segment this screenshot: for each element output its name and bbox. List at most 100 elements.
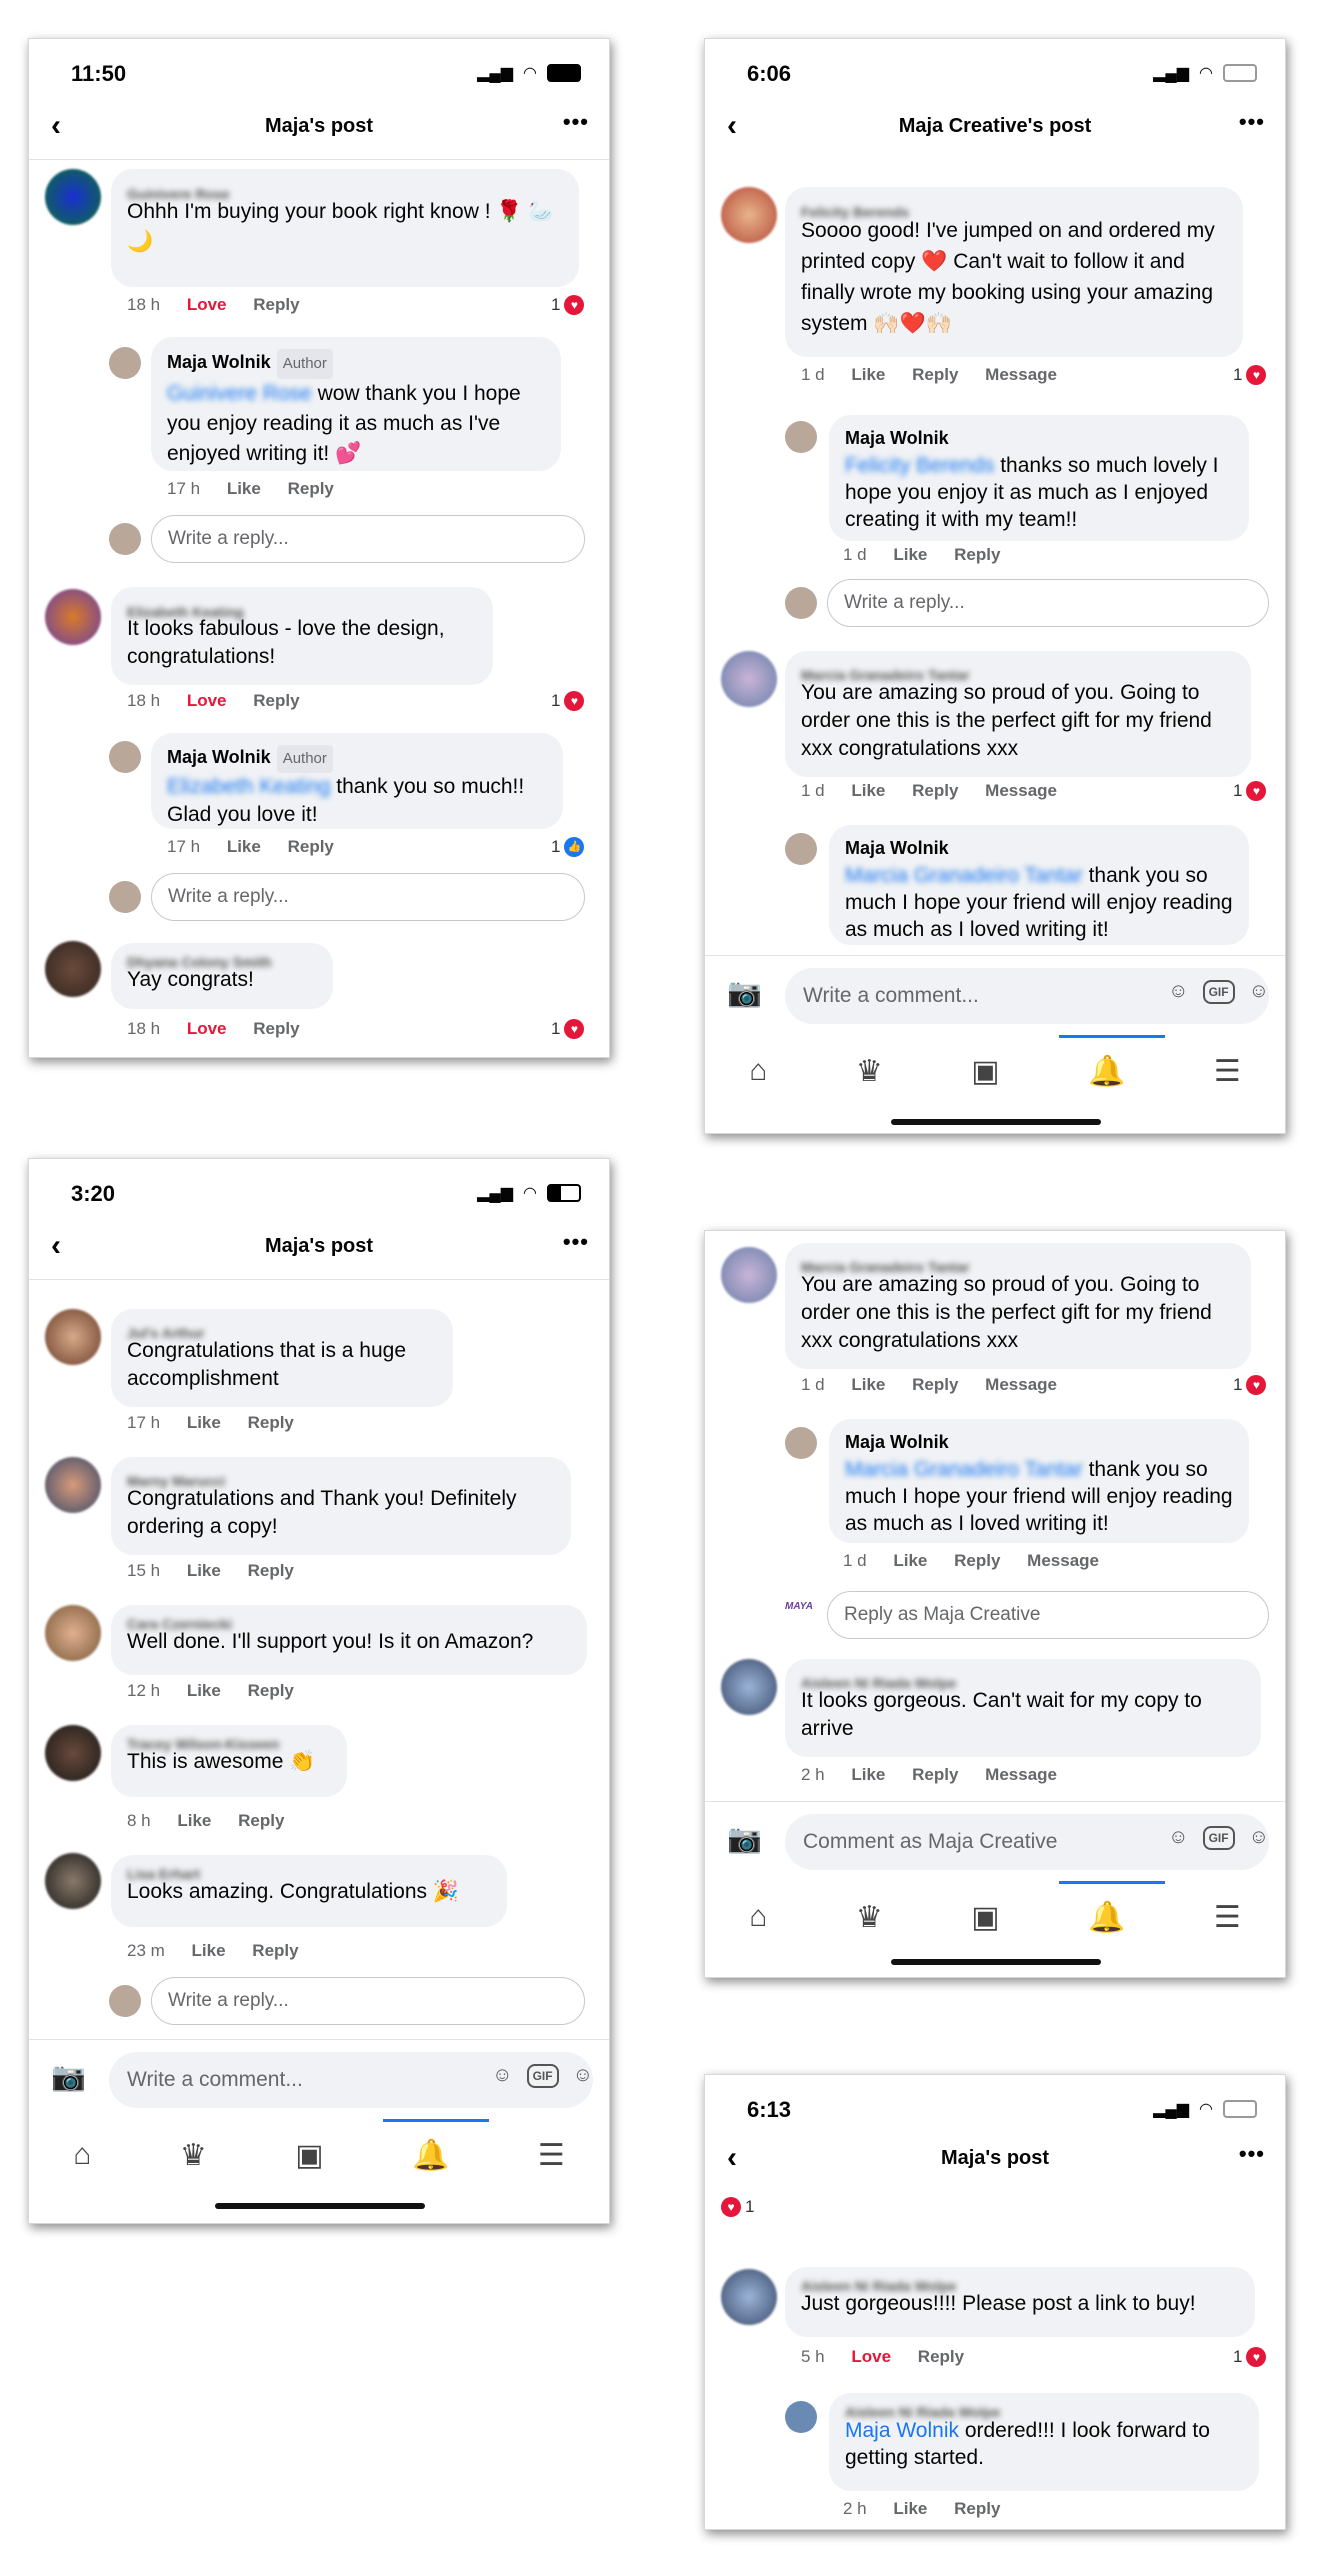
commenter-name[interactable]: Maja Wolnik xyxy=(845,1429,1233,1456)
avatar[interactable] xyxy=(45,1605,101,1661)
menu-icon[interactable]: ☰ xyxy=(1214,1054,1241,1089)
reply-button[interactable]: Reply xyxy=(248,1681,294,1700)
avatar[interactable] xyxy=(45,1309,101,1365)
more-icon[interactable]: ••• xyxy=(1239,109,1265,135)
emoji-icon[interactable]: ☺ xyxy=(1249,980,1269,1004)
commenter-name[interactable]: Marcia Granadeiro Tantar xyxy=(801,661,1235,683)
commenter-name[interactable]: Marcia Granadeiro Tantar xyxy=(801,1253,1235,1275)
post-reaction-count[interactable]: ♥ 1 xyxy=(721,2197,754,2217)
avatar[interactable] xyxy=(45,941,101,997)
like-button[interactable]: Like xyxy=(187,1413,221,1432)
commenter-name[interactable]: Guinivere Rose xyxy=(127,179,563,202)
like-button[interactable]: Like xyxy=(893,2499,927,2518)
more-icon[interactable]: ••• xyxy=(563,109,589,135)
gif-icon[interactable]: GIF xyxy=(526,2064,559,2088)
reply-input[interactable]: Reply as Maja Creative xyxy=(827,1591,1269,1639)
love-button[interactable]: Love xyxy=(187,295,227,314)
reply-input[interactable]: Write a reply... xyxy=(827,579,1269,627)
avatar[interactable] xyxy=(721,1659,777,1715)
gif-icon[interactable]: GIF xyxy=(1202,1826,1235,1850)
message-button[interactable]: Message xyxy=(985,781,1057,800)
reply-button[interactable]: Reply xyxy=(238,1811,284,1830)
pages-icon[interactable]: ▣ xyxy=(971,1054,999,1089)
reply-button[interactable]: Reply xyxy=(912,781,958,800)
camera-icon[interactable]: 📷 xyxy=(727,976,762,1009)
commenter-name[interactable]: Elizabeth Keating xyxy=(127,597,477,620)
notifications-icon[interactable]: 🔔 xyxy=(412,2138,449,2173)
commenter-name[interactable]: Maja Wolnik xyxy=(167,352,271,372)
love-button[interactable]: Love xyxy=(851,2347,891,2366)
avatar[interactable] xyxy=(721,187,777,243)
mention-link[interactable]: Guinivere Rose xyxy=(167,382,312,405)
avatar[interactable] xyxy=(45,169,101,225)
like-button[interactable]: Like xyxy=(893,1551,927,1570)
reply-input[interactable]: Write a reply... xyxy=(151,515,585,563)
pages-icon[interactable]: ▣ xyxy=(295,2138,323,2173)
avatar[interactable] xyxy=(721,651,777,707)
reply-button[interactable]: Reply xyxy=(918,2347,964,2366)
mention-link[interactable]: Marcia Granadeiro Tantar xyxy=(845,864,1083,887)
avatar[interactable] xyxy=(785,1427,817,1459)
like-button[interactable]: Like xyxy=(893,545,927,564)
sticker-icon[interactable]: ☺ xyxy=(1168,1826,1188,1850)
sticker-icon[interactable]: ☺ xyxy=(1168,980,1188,1004)
reply-button[interactable]: Reply xyxy=(954,545,1000,564)
groups-icon[interactable]: ♛ xyxy=(180,2138,207,2173)
pages-icon[interactable]: ▣ xyxy=(971,1900,999,1935)
avatar[interactable] xyxy=(45,1725,101,1781)
reply-input[interactable]: Write a reply... xyxy=(151,1977,585,2025)
menu-icon[interactable]: ☰ xyxy=(1214,1900,1241,1935)
like-button[interactable]: Like xyxy=(192,1941,226,1960)
commenter-name[interactable]: Aisleen Ni Riada Wolpe xyxy=(801,2273,1239,2294)
message-button[interactable]: Message xyxy=(985,1765,1057,1784)
mention-link[interactable]: Felicity Berends xyxy=(845,454,994,477)
avatar[interactable] xyxy=(109,347,141,379)
reply-button[interactable]: Reply xyxy=(912,1765,958,1784)
notifications-icon[interactable]: 🔔 xyxy=(1088,1054,1125,1089)
home-icon[interactable]: ⌂ xyxy=(749,1900,767,1934)
message-button[interactable]: Message xyxy=(1027,1551,1099,1570)
like-button[interactable]: Like xyxy=(187,1561,221,1580)
emoji-icon[interactable]: ☺ xyxy=(573,2064,593,2088)
avatar[interactable] xyxy=(721,1247,777,1303)
avatar[interactable] xyxy=(785,833,817,865)
commenter-name[interactable]: Maja Wolnik xyxy=(845,835,1233,862)
commenter-name[interactable]: Maja Wolnik xyxy=(845,425,1233,452)
like-button[interactable]: Like xyxy=(227,837,261,856)
reply-input[interactable]: Write a reply... xyxy=(151,873,585,921)
reply-button[interactable]: Reply xyxy=(253,691,299,710)
commenter-name[interactable]: Dhyana Colony Smith xyxy=(127,949,317,970)
camera-icon[interactable]: 📷 xyxy=(727,1822,762,1855)
commenter-name[interactable]: Felicity Berends xyxy=(801,197,1227,220)
like-button[interactable]: Like xyxy=(851,365,885,384)
sticker-icon[interactable]: ☺ xyxy=(492,2064,512,2088)
menu-icon[interactable]: ☰ xyxy=(538,2138,565,2173)
reply-button[interactable]: Reply xyxy=(288,479,334,498)
reply-button[interactable]: Reply xyxy=(253,295,299,314)
avatar[interactable] xyxy=(109,741,141,773)
message-button[interactable]: Message xyxy=(985,365,1057,384)
mention-link[interactable]: Elizabeth Keating xyxy=(167,775,330,798)
like-button[interactable]: Like xyxy=(177,1811,211,1830)
home-icon[interactable]: ⌂ xyxy=(73,2138,91,2172)
notifications-icon[interactable]: 🔔 xyxy=(1088,1900,1125,1935)
mention-link[interactable]: Marcia Granadeiro Tantar xyxy=(845,1458,1083,1481)
home-icon[interactable]: ⌂ xyxy=(749,1054,767,1088)
reply-button[interactable]: Reply xyxy=(912,1375,958,1394)
groups-icon[interactable]: ♛ xyxy=(856,1054,883,1089)
groups-icon[interactable]: ♛ xyxy=(856,1900,883,1935)
commenter-name[interactable]: Aisleen Ni Riada Wolpe xyxy=(845,2399,1243,2420)
like-button[interactable]: Like xyxy=(227,479,261,498)
reply-button[interactable]: Reply xyxy=(253,1019,299,1038)
commenter-name[interactable]: Aisleen Ni Riada Wolpe xyxy=(801,1669,1245,1691)
like-button[interactable]: Like xyxy=(187,1681,221,1700)
reply-button[interactable]: Reply xyxy=(288,837,334,856)
avatar[interactable] xyxy=(45,1457,101,1513)
gif-icon[interactable]: GIF xyxy=(1202,980,1235,1004)
like-button[interactable]: Like xyxy=(851,781,885,800)
commenter-name[interactable]: Tracey Wilson-Kisseen xyxy=(127,1731,331,1752)
commenter-name[interactable]: Maja Wolnik xyxy=(167,747,271,767)
commenter-name[interactable]: Lisa Erhart xyxy=(127,1861,491,1882)
emoji-icon[interactable]: ☺ xyxy=(1249,1826,1269,1850)
commenter-name[interactable]: Jul's Arthur xyxy=(127,1319,437,1341)
